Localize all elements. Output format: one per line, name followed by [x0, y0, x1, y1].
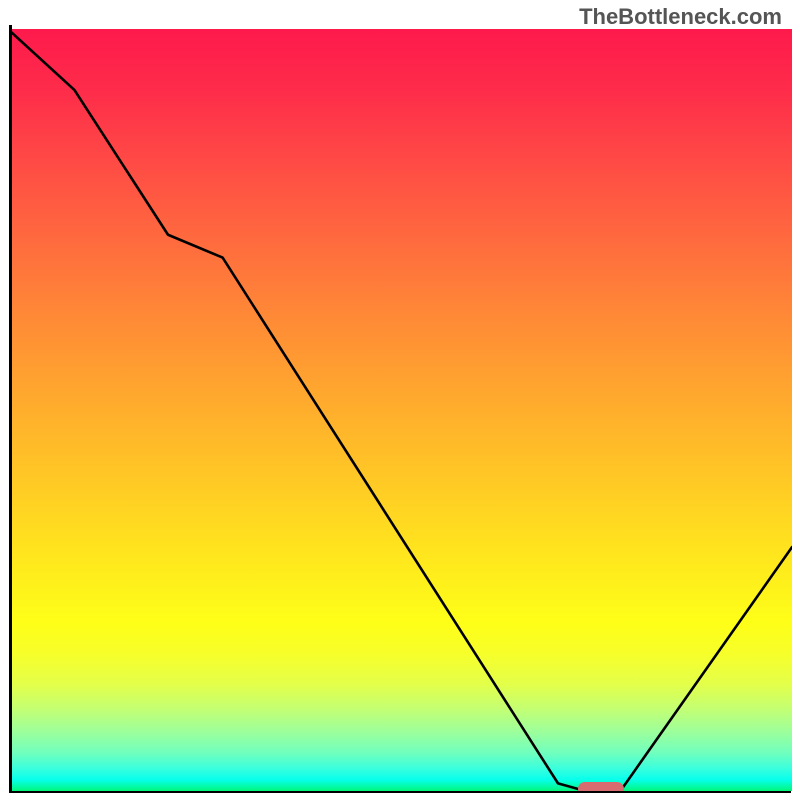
watermark-text: TheBottleneck.com — [579, 4, 782, 30]
bottleneck-curve-path — [12, 33, 792, 791]
optimal-marker — [578, 782, 625, 791]
bottleneck-curve-svg — [12, 29, 792, 791]
plot-area — [12, 29, 792, 791]
